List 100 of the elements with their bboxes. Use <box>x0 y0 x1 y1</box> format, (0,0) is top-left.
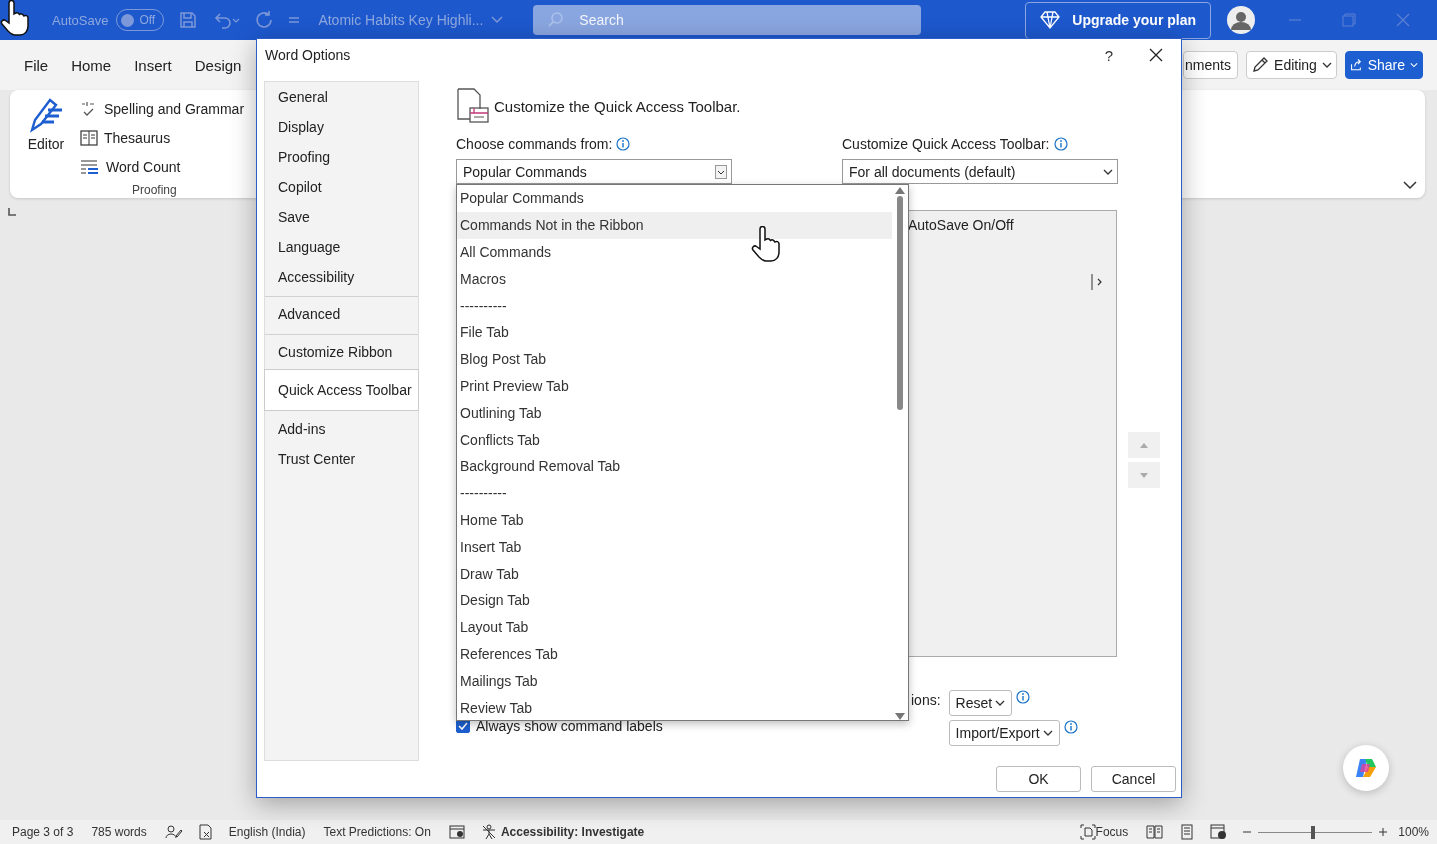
dropdown-option[interactable]: Background Removal Tab <box>457 452 892 480</box>
field-label: ions: <box>911 692 941 710</box>
info-icon[interactable] <box>1063 720 1078 734</box>
nav-item[interactable]: General <box>265 82 418 112</box>
focus-label[interactable]: Focus <box>1095 825 1129 839</box>
caret-icon <box>1042 730 1053 736</box>
nav-item[interactable]: Quick Access Toolbar <box>264 369 419 411</box>
toolbar-select[interactable]: For all documents (default) <box>842 159 1118 184</box>
nav-item[interactable]: Accessibility <box>265 262 418 292</box>
dropdown-option[interactable]: Draw Tab <box>457 560 892 587</box>
dropdown-option[interactable]: Commands Not in the Ribbon <box>457 211 892 239</box>
accessibility-status[interactable]: Accessibility: Investigate <box>500 825 645 839</box>
ribbon-tab[interactable]: File <box>14 50 59 80</box>
editor-button[interactable]: Editor <box>22 94 70 181</box>
nav-item[interactable]: Display <box>265 112 418 142</box>
dropdown-option[interactable]: Popular Commands <box>457 185 892 212</box>
dropdown-option[interactable]: Conflicts Tab <box>457 426 892 453</box>
dropdown-option[interactable]: Insert Tab <box>457 533 892 561</box>
editing-button[interactable]: Editing <box>1246 51 1337 79</box>
document-check-icon[interactable] <box>196 824 215 840</box>
zoom-percent[interactable]: 100% <box>1398 825 1429 839</box>
dropdown-option[interactable]: Mailings Tab <box>457 667 892 695</box>
ribbon-tab[interactable]: Design <box>184 50 252 80</box>
language-label[interactable]: English (India) <box>228 825 306 839</box>
share-button[interactable]: Share <box>1345 51 1423 79</box>
dropdown-option[interactable]: All Commands <box>457 238 892 266</box>
expand-ribbon-icon[interactable] <box>1403 181 1417 190</box>
command-button[interactable]: Spelling and Grammar <box>78 94 247 123</box>
help-button[interactable]: ? <box>1104 46 1113 64</box>
avatar-icon[interactable] <box>1227 6 1255 34</box>
dropdown-option[interactable]: Review Tab <box>457 694 892 721</box>
chevron-down-icon[interactable] <box>491 16 504 24</box>
nav-item[interactable]: Customize Ribbon <box>265 334 418 368</box>
proofing-icon[interactable] <box>164 824 183 840</box>
checkmark-icon <box>458 722 468 730</box>
info-icon[interactable] <box>1016 690 1031 704</box>
zoom-in-icon[interactable] <box>1378 827 1389 837</box>
dropdown-option[interactable]: References Tab <box>457 640 892 668</box>
ribbon-tab[interactable]: Home <box>61 50 122 80</box>
command-button[interactable]: Word Count <box>78 152 247 181</box>
web-layout-icon[interactable] <box>1210 824 1229 840</box>
pencil-icon <box>1251 56 1270 74</box>
caret-icon <box>1103 168 1113 175</box>
dropdown-option[interactable]: Blog Post Tab <box>457 345 892 373</box>
search-icon <box>547 11 566 29</box>
dropdown-option[interactable]: Home Tab <box>457 506 892 534</box>
cancel-button[interactable]: Cancel <box>1091 766 1176 792</box>
nav-item[interactable]: Save <box>265 202 418 232</box>
comments-button[interactable]: nments <box>1183 51 1238 79</box>
checkbox-label: Always show command labels <box>476 718 663 734</box>
up-arrow-icon <box>1140 442 1148 448</box>
nav-item[interactable]: Proofing <box>265 142 418 172</box>
down-arrow-icon <box>1140 472 1148 478</box>
book-icon <box>80 128 98 147</box>
word-count[interactable]: 785 words <box>91 825 147 839</box>
dropdown-option[interactable]: Macros <box>457 265 892 293</box>
dropdown-option[interactable]: ---------- <box>457 292 892 319</box>
ribbon-tab[interactable]: Insert <box>124 50 182 80</box>
caret-icon <box>1410 62 1418 68</box>
upgrade-button[interactable]: Upgrade your plan <box>1025 1 1211 39</box>
reset-button[interactable]: Reset <box>948 690 1013 716</box>
nav-item[interactable]: Add-ins <box>265 414 418 444</box>
redo-icon[interactable] <box>254 10 275 30</box>
diamond-icon <box>1040 11 1061 29</box>
tab-stop-icon[interactable] <box>8 208 16 216</box>
dropdown-option[interactable]: File Tab <box>457 319 892 346</box>
dropdown-option[interactable]: Print Preview Tab <box>457 372 892 400</box>
command-button[interactable]: Thesaurus <box>78 123 247 152</box>
dropdown-option[interactable]: Outlining Tab <box>457 399 892 427</box>
focus-icon[interactable] <box>1079 824 1096 840</box>
nav-item[interactable]: Advanced <box>265 296 418 330</box>
copilot-icon <box>1354 756 1378 780</box>
read-mode-icon[interactable] <box>1146 824 1165 840</box>
scroll-down-icon[interactable] <box>895 713 905 720</box>
close-icon[interactable] <box>1149 48 1163 62</box>
caret-icon <box>995 700 1006 706</box>
scrollbar-thumb[interactable] <box>897 196 903 410</box>
page-count[interactable]: Page 3 of 3 <box>12 825 74 839</box>
copilot-button[interactable] <box>1343 745 1389 791</box>
dropdown-option[interactable]: Layout Tab <box>457 613 892 641</box>
hand-cursor-icon <box>751 226 781 262</box>
scroll-up-icon[interactable] <box>895 187 905 194</box>
text-predictions-label[interactable]: Text Predictions: On <box>323 825 431 839</box>
dropdown-icon[interactable] <box>715 164 727 179</box>
info-icon[interactable] <box>616 137 631 151</box>
dropdown-option[interactable]: Design Tab <box>457 586 892 614</box>
commands-select[interactable]: Popular Commands <box>456 159 732 184</box>
display-settings-icon[interactable] <box>448 824 467 840</box>
caret-icon <box>1321 62 1332 68</box>
nav-item[interactable]: Trust Center <box>265 444 418 474</box>
nav-item[interactable]: Copilot <box>265 172 418 202</box>
share-icon <box>1350 57 1363 73</box>
search-field[interactable]: Search <box>533 5 922 35</box>
import-export-button[interactable]: Import/Export <box>948 720 1060 746</box>
dropdown-option[interactable]: ---------- <box>457 479 892 507</box>
accessibility-icon[interactable] <box>480 824 497 840</box>
info-icon[interactable] <box>1053 137 1068 151</box>
nav-item[interactable]: Language <box>265 232 418 262</box>
ok-button[interactable]: OK <box>996 766 1081 792</box>
list-item[interactable]: AutoSave On/Off <box>907 217 1116 233</box>
